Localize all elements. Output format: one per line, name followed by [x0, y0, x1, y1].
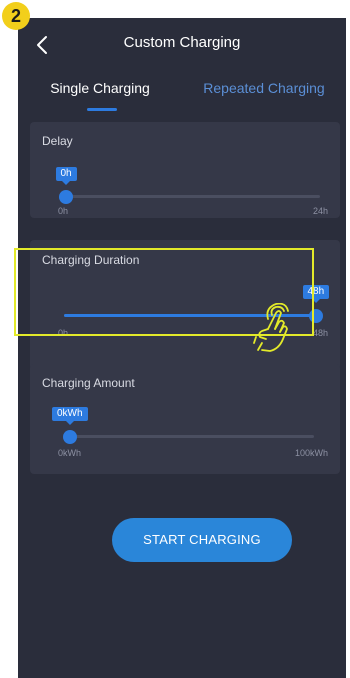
tab-bar: Single Charging Repeated Charging [18, 70, 346, 116]
start-charging-button[interactable]: START CHARGING [112, 518, 292, 562]
delay-max-label: 24h [312, 206, 328, 216]
top-bar: Custom Charging [18, 18, 346, 70]
charging-duration-value-tooltip: 48h [302, 285, 330, 303]
delay-card: Delay 0h 0h 24h [30, 122, 340, 218]
charging-amount-slider-thumb[interactable] [63, 429, 77, 444]
delay-min-label: 0h [58, 206, 69, 216]
phone-screen: Custom Charging Single Charging Repeated… [18, 18, 346, 678]
charging-amount-value-tooltip: 0kWh [52, 407, 88, 425]
active-tab-indicator [87, 108, 117, 111]
step-badge: 2 [2, 2, 30, 30]
charging-duration-min-label: 0h [58, 328, 69, 338]
charging-amount-card: Charging Amount 0kWh 0kWh 100kWh [30, 364, 340, 474]
tab-repeated-charging[interactable]: Repeated Charging [182, 80, 346, 96]
delay-slider-track[interactable] [66, 195, 320, 198]
delay-label: Delay [42, 134, 73, 148]
charging-duration-slider-fill [64, 314, 316, 317]
charging-duration-label: Charging Duration [42, 253, 140, 267]
charging-amount-slider-track[interactable] [70, 435, 314, 438]
delay-value-tooltip: 0h [55, 167, 77, 185]
delay-slider-thumb[interactable] [59, 189, 73, 204]
charging-duration-card: Charging Duration 48h 0h 48h [30, 240, 340, 370]
charging-duration-slider-thumb[interactable] [309, 308, 323, 323]
page-title: Custom Charging [123, 34, 241, 51]
charging-amount-label: Charging Amount [42, 376, 135, 390]
tab-single-charging[interactable]: Single Charging [18, 80, 182, 96]
charging-amount-max-label: 100kWh [294, 448, 328, 458]
charging-amount-min-label: 0kWh [58, 448, 82, 458]
charging-duration-max-label: 48h [312, 328, 328, 338]
